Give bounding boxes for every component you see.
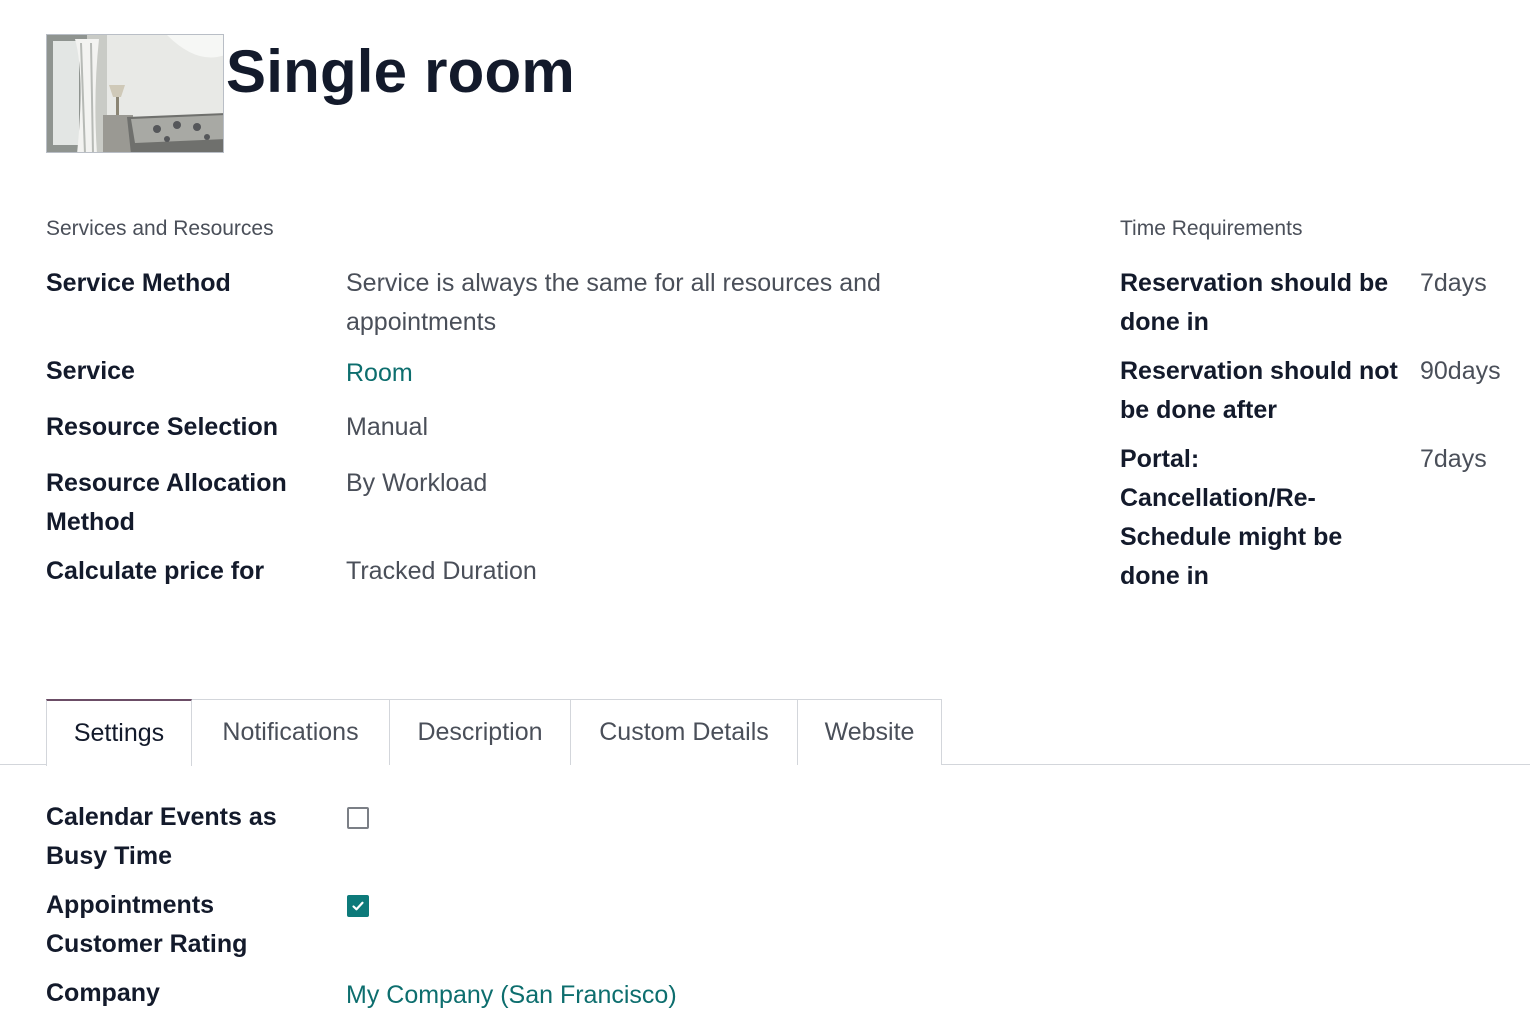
checkmark-icon [352,901,364,911]
reservation-max-value[interactable]: 90days [1420,352,1501,391]
company-link[interactable]: My Company (San Francisco) [346,976,677,1015]
resource-allocation-label: Resource Allocation Method [46,469,287,536]
room-image[interactable] [46,34,224,153]
reservation-max-label: Reservation should not be done after [1120,357,1398,424]
time-heading: Time Requirements [1120,217,1303,240]
service-method-label: Service Method [46,269,231,297]
reservation-min-label: Reservation should be done in [1120,269,1389,336]
calculate-price-label: Calculate price for [46,557,265,585]
customer-rating-checkbox[interactable] [347,895,369,917]
calculate-price-value[interactable]: Tracked Duration [346,552,537,591]
bedroom-photo-icon [47,35,223,152]
company-label: Company [46,979,160,1007]
customer-rating-label: Appointments Customer Rating [46,891,248,958]
portal-cancellation-label: Portal: Cancellation/Re-Schedule might b… [1120,445,1343,590]
calendar-busy-label: Calendar Events as Busy Time [46,803,277,870]
calendar-busy-checkbox[interactable] [347,807,369,829]
resource-selection-value[interactable]: Manual [346,408,428,447]
services-heading: Services and Resources [46,217,274,240]
portal-cancellation-value[interactable]: 7days [1420,440,1487,479]
tab-settings[interactable]: Settings [46,699,192,766]
tab-custom-details[interactable]: Custom Details [570,699,798,765]
tab-description[interactable]: Description [389,699,571,765]
resource-allocation-value[interactable]: By Workload [346,464,487,503]
tab-notifications[interactable]: Notifications [191,699,390,765]
service-label: Service [46,357,135,385]
service-method-value[interactable]: Service is always the same for all resou… [346,264,946,342]
reservation-min-value[interactable]: 7days [1420,264,1487,303]
record-title[interactable]: Single room [226,34,575,110]
tab-website[interactable]: Website [797,699,942,765]
resource-selection-label: Resource Selection [46,413,279,441]
service-link[interactable]: Room [346,354,413,393]
